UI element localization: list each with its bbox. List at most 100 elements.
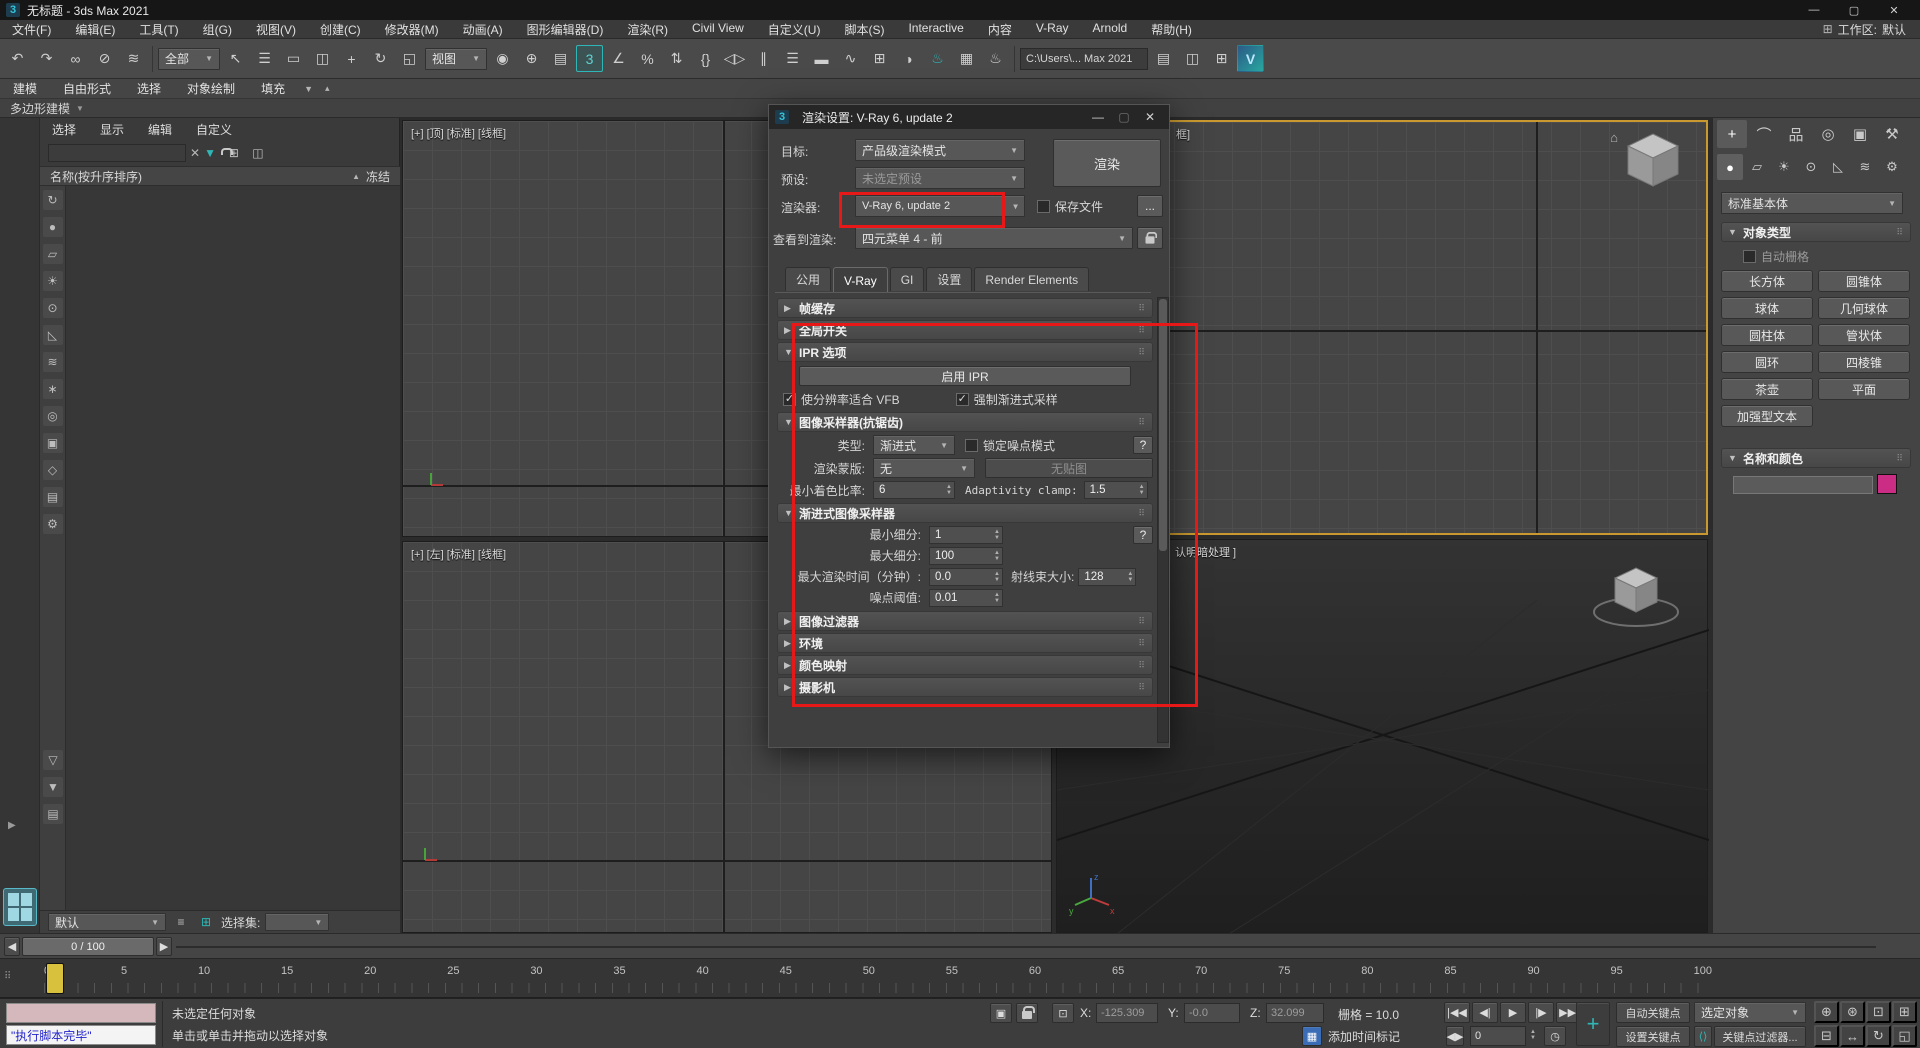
freeze-column-header[interactable]: 冻结 bbox=[360, 168, 390, 185]
clear-search-icon[interactable]: ✕ bbox=[190, 146, 200, 160]
modify-tab-icon[interactable]: ⌒ bbox=[1749, 120, 1779, 148]
display-particles-icon[interactable]: ∗ bbox=[43, 379, 63, 399]
next-frame-icon[interactable]: |▶ bbox=[1528, 1002, 1554, 1023]
display-all-icon[interactable]: ↻ bbox=[43, 190, 63, 210]
geometry-icon[interactable]: ● bbox=[1717, 154, 1743, 180]
menu-item[interactable]: 编辑(E) bbox=[63, 21, 127, 38]
filter-config-icon[interactable]: ▤ bbox=[43, 804, 63, 824]
maximize-icon[interactable]: ▢ bbox=[1834, 0, 1874, 20]
frame-spinner[interactable] bbox=[1530, 1029, 1536, 1041]
render-mask-dropdown[interactable]: 无 bbox=[873, 458, 975, 478]
rendered-frame-icon[interactable]: ▦ bbox=[953, 45, 980, 72]
auto-key-button[interactable]: 自动关键点 bbox=[1616, 1002, 1690, 1023]
display-objects-icon[interactable]: ▤ bbox=[43, 487, 63, 507]
select-and-move-icon[interactable]: + bbox=[338, 45, 365, 72]
minimize-icon[interactable]: — bbox=[1794, 0, 1834, 20]
menu-item[interactable]: 动画(A) bbox=[451, 21, 515, 38]
ribbon-panel-polygon-modeling[interactable]: 多边形建模▼ bbox=[0, 100, 94, 117]
lights-icon[interactable]: ☀ bbox=[1771, 154, 1797, 180]
render-button[interactable]: 渲染 bbox=[1053, 139, 1161, 187]
selection-lock-icon[interactable] bbox=[1016, 1003, 1038, 1023]
current-frame-marker[interactable] bbox=[46, 963, 64, 994]
curve-editor-icon[interactable]: ∿ bbox=[837, 45, 864, 72]
rollout-header[interactable]: ▶环境⠿ bbox=[777, 633, 1153, 653]
min-shading-spinner[interactable]: 6 bbox=[873, 481, 955, 499]
hierarchy-tab-icon[interactable]: 品 bbox=[1781, 120, 1811, 148]
explorer-menu-item[interactable]: 选择 bbox=[40, 121, 88, 138]
preset-dropdown[interactable]: 未选定预设 bbox=[855, 167, 1025, 189]
material-editor-icon[interactable]: ◑ bbox=[895, 45, 922, 72]
force-progressive-checkbox[interactable]: 强制渐进式采样 bbox=[956, 391, 1058, 408]
close-icon[interactable]: ✕ bbox=[1874, 0, 1914, 20]
sampler-help-button[interactable]: ? bbox=[1133, 436, 1153, 454]
viewport-label[interactable]: [+] [左] [标准] [线框] bbox=[411, 546, 506, 562]
object-type-button[interactable]: 四棱锥 bbox=[1818, 351, 1910, 373]
zoom-region-icon[interactable]: ⊟ bbox=[1814, 1025, 1839, 1047]
use-pivot-center-icon[interactable]: ◉ bbox=[489, 45, 516, 72]
lock-noise-checkbox[interactable]: 锁定噪点模式 bbox=[965, 437, 1055, 454]
dialog-tab[interactable]: GI bbox=[890, 267, 925, 291]
image-sampler-rollout-header[interactable]: ▼图像采样器(抗锯齿)⠿ bbox=[777, 412, 1153, 432]
menu-item[interactable]: 工具(T) bbox=[127, 21, 190, 38]
sort-filter-icon[interactable]: ▼ bbox=[43, 777, 63, 797]
select-and-manipulate-icon[interactable]: ⊕ bbox=[518, 45, 545, 72]
systems-icon[interactable]: ⚙ bbox=[1879, 154, 1905, 180]
layout-switch-icon[interactable]: ◫ bbox=[1179, 45, 1206, 72]
key-filters-button[interactable]: 关键点过滤器... bbox=[1714, 1026, 1806, 1047]
scene-explorer-toggle-icon[interactable]: ▤ bbox=[1150, 45, 1177, 72]
ribbon-tab[interactable]: 填充 bbox=[248, 80, 298, 97]
flyout-arrow-icon[interactable]: ▶ bbox=[8, 820, 16, 831]
name-color-rollout-header[interactable]: ▼ 名称和颜色 ⠿ bbox=[1721, 448, 1911, 468]
dialog-close-icon[interactable]: ✕ bbox=[1137, 106, 1163, 128]
dialog-tab[interactable]: V-Ray bbox=[833, 267, 888, 293]
view-lock-icon[interactable] bbox=[1137, 227, 1163, 249]
z-coordinate-field[interactable] bbox=[1266, 1003, 1324, 1023]
time-slider-next-icon[interactable]: ▶ bbox=[156, 937, 172, 956]
rollout-header[interactable]: ▶摄影机⠿ bbox=[777, 677, 1153, 697]
display-shapes-icon[interactable]: ▱ bbox=[43, 244, 63, 264]
display-space-warps-icon[interactable]: ≋ bbox=[43, 352, 63, 372]
save-file-browse-button[interactable]: ... bbox=[1137, 195, 1163, 217]
explorer-search-input[interactable] bbox=[48, 144, 186, 162]
name-column-header[interactable]: 名称(按升序排序) bbox=[50, 168, 142, 185]
previous-frame-icon[interactable]: ◀| bbox=[1472, 1002, 1498, 1023]
explorer-settings-toggle-icon[interactable]: ◫ bbox=[248, 143, 268, 163]
utilities-tab-icon[interactable]: ⚒ bbox=[1877, 120, 1907, 148]
display-bones-icon[interactable]: ◎ bbox=[43, 406, 63, 426]
menu-item[interactable]: Civil View bbox=[680, 21, 756, 35]
explorer-list-mode-icon[interactable]: ≡ bbox=[171, 912, 191, 932]
target-dropdown[interactable]: 产品级渲染模式 bbox=[855, 139, 1025, 161]
menu-item[interactable]: 图形编辑器(D) bbox=[515, 21, 616, 38]
renderer-dropdown[interactable]: V-Ray 6, update 2 bbox=[855, 195, 1025, 217]
zoom-all-icon[interactable]: ⊛ bbox=[1840, 1001, 1865, 1023]
sort-descending-icon[interactable]: ▽ bbox=[43, 750, 63, 770]
set-key-big-icon[interactable]: + bbox=[1576, 1002, 1610, 1046]
pan-icon[interactable]: ↔ bbox=[1840, 1025, 1865, 1047]
ribbon-tab[interactable]: 对象绘制 bbox=[174, 80, 248, 97]
menu-item[interactable]: 自定义(U) bbox=[756, 21, 833, 38]
sampler-type-dropdown[interactable]: 渐进式 bbox=[873, 435, 955, 455]
object-type-button[interactable]: 茶壶 bbox=[1721, 378, 1813, 400]
rollout-header[interactable]: ▶颜色映射⠿ bbox=[777, 655, 1153, 675]
scrollbar-thumb[interactable] bbox=[1159, 299, 1167, 551]
view-to-render-dropdown[interactable]: 四元菜单 4 - 前 bbox=[855, 227, 1133, 249]
ribbon-tab[interactable]: 建模 bbox=[0, 80, 50, 97]
explorer-settings-icon[interactable]: ⚙ bbox=[43, 514, 63, 534]
noise-threshold-spinner[interactable]: 0.01 bbox=[929, 589, 1003, 607]
object-type-button[interactable]: 圆锥体 bbox=[1818, 270, 1910, 292]
explorer-column-header[interactable]: 名称(按升序排序) ▲ 冻结 bbox=[40, 166, 400, 186]
render-production-icon[interactable]: ♨ bbox=[982, 45, 1009, 72]
explorer-object-list[interactable] bbox=[66, 186, 400, 910]
align-icon[interactable]: ∥ bbox=[750, 45, 777, 72]
display-materials-icon[interactable]: ◇ bbox=[43, 460, 63, 480]
menu-item[interactable]: 组(G) bbox=[191, 21, 244, 38]
create-tab-icon[interactable]: + bbox=[1717, 120, 1747, 148]
explorer-menu-item[interactable]: 显示 bbox=[88, 121, 136, 138]
absolute-mode-icon[interactable]: ⊡ bbox=[1052, 1003, 1074, 1023]
play-icon[interactable]: ▶ bbox=[1500, 1002, 1526, 1023]
object-name-input[interactable] bbox=[1733, 476, 1873, 494]
menu-item[interactable]: 视图(V) bbox=[244, 21, 308, 38]
object-type-button[interactable]: 球体 bbox=[1721, 297, 1813, 319]
track-bar-grip-icon[interactable]: ⠿ bbox=[4, 971, 11, 982]
max-subdivs-spinner[interactable]: 100 bbox=[929, 547, 1003, 565]
